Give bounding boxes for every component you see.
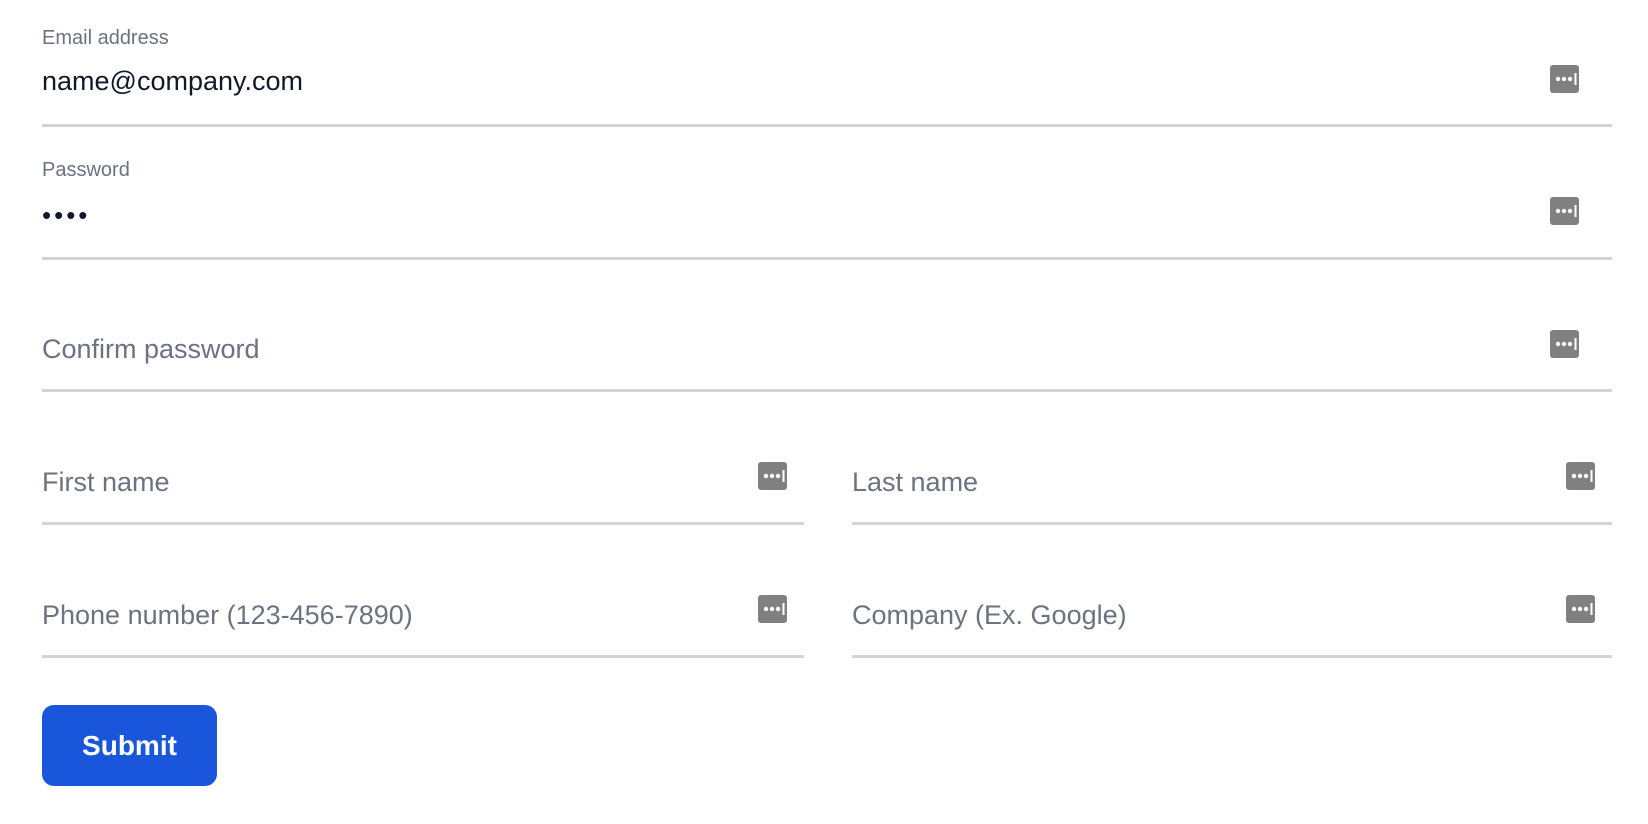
submit-button[interactable]: Submit: [42, 705, 217, 786]
password-manager-icon[interactable]: [1550, 330, 1579, 358]
email-value: name@company.com: [42, 66, 304, 96]
password-manager-icon[interactable]: [1566, 462, 1595, 490]
password-manager-icon[interactable]: [1550, 197, 1579, 225]
password-manager-icon[interactable]: [1550, 65, 1579, 93]
first-name-field[interactable]: First name: [42, 423, 804, 525]
company-field[interactable]: Company (Ex. Google): [852, 556, 1612, 658]
password-field[interactable]: Password ••••: [42, 157, 1612, 260]
email-label: Email address: [42, 27, 169, 49]
phone-field[interactable]: Phone number (123-456-7890): [42, 556, 804, 658]
first-name-placeholder: First name: [42, 467, 170, 497]
last-name-field[interactable]: Last name: [852, 423, 1612, 525]
password-manager-icon[interactable]: [758, 462, 787, 490]
password-manager-icon[interactable]: [1566, 595, 1595, 623]
confirm-password-placeholder: Confirm password: [42, 334, 260, 364]
confirm-password-field[interactable]: Confirm password: [42, 290, 1612, 392]
email-field[interactable]: Email address name@company.com: [42, 24, 1612, 127]
password-label: Password: [42, 159, 130, 181]
password-value: ••••: [42, 200, 91, 230]
password-manager-icon[interactable]: [758, 595, 787, 623]
phone-placeholder: Phone number (123-456-7890): [42, 600, 413, 630]
registration-form: Email address name@company.com Password …: [0, 0, 1648, 824]
last-name-placeholder: Last name: [852, 467, 979, 497]
company-placeholder: Company (Ex. Google): [852, 600, 1127, 630]
